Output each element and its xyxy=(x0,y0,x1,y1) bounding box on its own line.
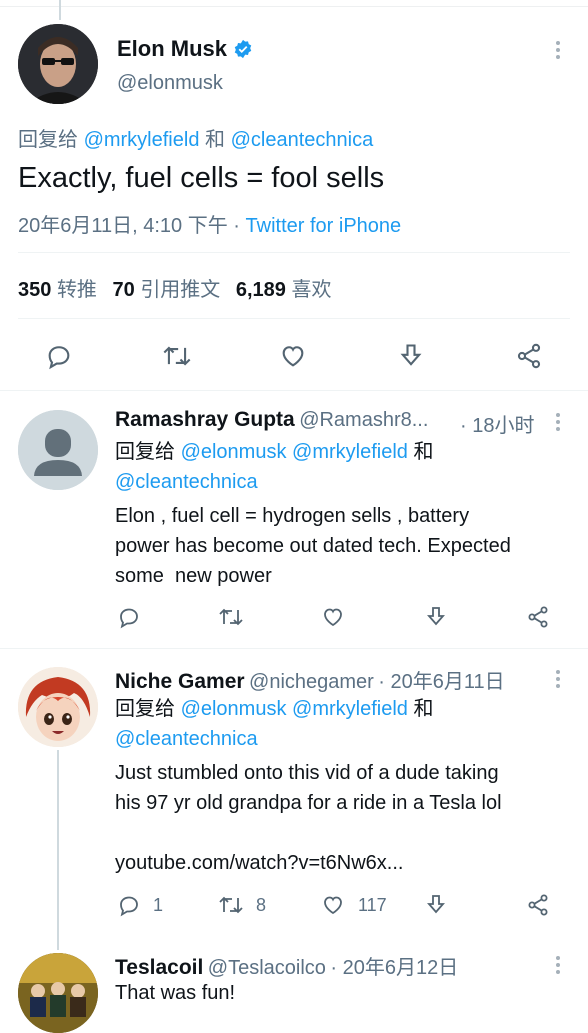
retweets-label[interactable]: 转推 xyxy=(57,279,97,301)
reply-header: Niche Gamer @nichegamer · 20年6月11日 xyxy=(115,665,505,694)
reply-time[interactable]: · 18小时 xyxy=(460,409,534,438)
reply-text-line: his 97 yr old grandpa for a ride in a Te… xyxy=(115,792,502,814)
download-icon[interactable] xyxy=(424,893,448,917)
reply-prefix: 回复给 xyxy=(115,698,175,720)
reply-author-handle[interactable]: @Teslacoilco xyxy=(208,957,326,979)
heart-icon[interactable] xyxy=(279,342,307,370)
share-icon[interactable] xyxy=(526,605,550,629)
reply-context: 回复给 @mrkylefield 和 @cleantechnica xyxy=(18,123,373,152)
teslacoil-avatar[interactable] xyxy=(18,953,98,1033)
author-handle[interactable]: @elonmusk xyxy=(117,72,223,95)
verified-badge-icon xyxy=(233,39,253,59)
reply-author-handle[interactable]: @nichegamer xyxy=(249,671,374,693)
divider xyxy=(0,390,588,391)
reply-icon[interactable] xyxy=(45,342,73,370)
reply-text-line: power has become out dated tech. Expecte… xyxy=(115,535,511,557)
mention-link[interactable]: @cleantechnica xyxy=(231,129,374,151)
mention-link[interactable]: @mrkylefield xyxy=(84,129,200,151)
more-icon[interactable] xyxy=(548,38,568,62)
youtube-link[interactable]: youtube.com/watch?v=t6Nw6x... xyxy=(115,848,403,878)
retweet-icon[interactable] xyxy=(162,342,192,370)
tweet-meta: 20年6月11日, 4:10 下午 · Twitter for iPhone xyxy=(18,209,401,238)
retweet-icon[interactable] xyxy=(218,893,244,917)
reply-text-line: That was fun! xyxy=(115,982,236,1004)
reply-icon[interactable] xyxy=(117,893,141,917)
reply-header: Teslacoil @Teslacoilco · 20年6月12日 xyxy=(115,951,458,980)
separator: · xyxy=(233,215,240,237)
share-icon[interactable] xyxy=(515,342,543,370)
author-name[interactable]: Elon Musk xyxy=(117,36,227,62)
reply-author-name[interactable]: Niche Gamer xyxy=(115,670,245,693)
retweets-count[interactable]: 350 xyxy=(18,279,51,301)
niche-gamer-avatar[interactable] xyxy=(18,667,98,747)
reply-count: 1 xyxy=(153,895,164,915)
mention-link[interactable]: @elonmusk xyxy=(181,441,287,463)
mention-link[interactable]: @cleantechnica xyxy=(115,471,258,493)
timestamp[interactable]: 20年6月11日, 4:10 下午 xyxy=(18,215,228,237)
reply-text-line: Elon , fuel cell = hydrogen sells , batt… xyxy=(115,505,470,527)
top-divider xyxy=(0,6,588,7)
reply-text-line: some new power xyxy=(115,565,272,587)
thread-connector xyxy=(57,750,59,950)
divider xyxy=(18,318,570,319)
reply-time[interactable]: · 20年6月12日 xyxy=(330,957,458,979)
heart-icon[interactable] xyxy=(321,605,345,629)
heart-icon[interactable] xyxy=(321,893,345,917)
download-icon[interactable] xyxy=(397,342,425,370)
conjunction: 和 xyxy=(413,698,434,720)
divider xyxy=(0,648,588,649)
tweet-text: Exactly, fuel cells = fool sells xyxy=(18,162,385,194)
reply-text-line: Just stumbled onto this vid of a dude ta… xyxy=(115,762,499,784)
likes-label[interactable]: 喜欢 xyxy=(292,279,332,301)
reply-context: 回复给 @elonmusk @mrkylefield 和 @cleantechn… xyxy=(115,694,575,754)
reply-author-name[interactable]: Ramashray Gupta xyxy=(115,408,295,431)
mention-link[interactable]: @mrkylefield xyxy=(292,441,408,463)
download-icon[interactable] xyxy=(424,605,448,629)
more-icon[interactable] xyxy=(548,667,568,691)
reply-header: Ramashray Gupta @Ramashr8... xyxy=(115,408,428,432)
more-icon[interactable] xyxy=(548,410,568,434)
ramashray-avatar[interactable] xyxy=(18,410,98,490)
retweet-count: 8 xyxy=(256,895,267,915)
mention-link[interactable]: @mrkylefield xyxy=(292,698,408,720)
reply-prefix: 回复给 xyxy=(18,129,78,151)
quotes-label[interactable]: 引用推文 xyxy=(140,279,220,301)
like-count: 117 xyxy=(358,895,387,915)
conjunction: 和 xyxy=(413,441,434,463)
source-link[interactable]: Twitter for iPhone xyxy=(246,215,402,237)
mention-link[interactable]: @cleantechnica xyxy=(115,728,258,750)
quotes-count[interactable]: 70 xyxy=(113,279,135,301)
mention-link[interactable]: @elonmusk xyxy=(181,698,287,720)
thread-connector xyxy=(59,0,61,20)
share-icon[interactable] xyxy=(526,893,550,917)
reply-icon[interactable] xyxy=(117,605,141,629)
conjunction: 和 xyxy=(205,129,226,151)
divider xyxy=(18,252,570,253)
reply-prefix: 回复给 xyxy=(115,441,175,463)
elon-avatar[interactable] xyxy=(18,24,98,104)
retweet-icon[interactable] xyxy=(218,605,244,629)
reply-author-handle[interactable]: @Ramashr8... xyxy=(299,409,428,431)
reply-author-name[interactable]: Teslacoil xyxy=(115,956,203,979)
tweet-stats: 350 转推 70 引用推文 6,189 喜欢 xyxy=(18,273,332,302)
reply-time[interactable]: · 20年6月11日 xyxy=(378,671,504,693)
more-icon[interactable] xyxy=(548,953,568,977)
likes-count[interactable]: 6,189 xyxy=(236,279,286,301)
reply-context: 回复给 @elonmusk @mrkylefield 和 @cleantechn… xyxy=(115,437,575,497)
